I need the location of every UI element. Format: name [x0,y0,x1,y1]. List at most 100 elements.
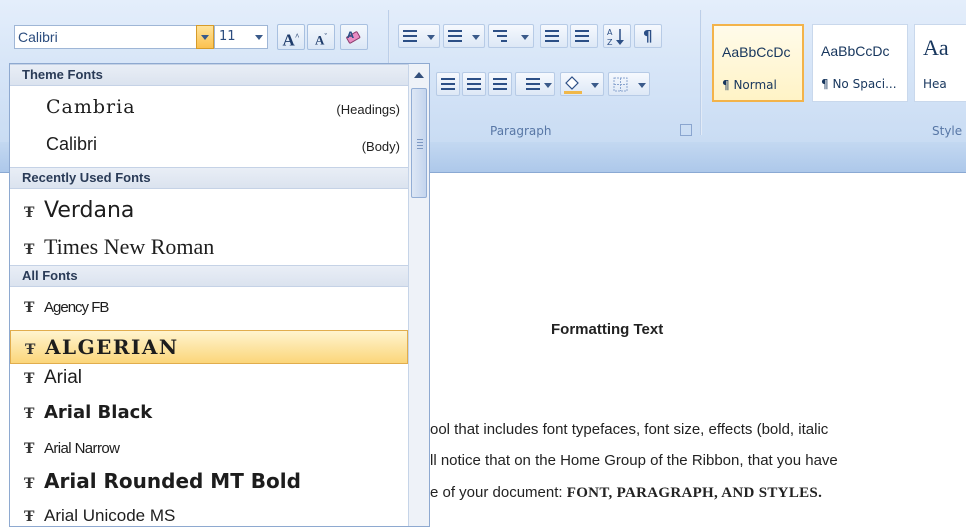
font-name-box[interactable]: Calibri [14,25,208,49]
font-item-times-new-roman[interactable]: Ŧ Times New Roman [10,234,408,266]
font-name: Verdana [44,198,135,223]
truetype-icon: Ŧ [24,406,35,422]
document-text-line: ool that includes font typefaces, font s… [430,421,829,438]
styles-group-label: Style [932,124,963,138]
font-item-agency-fb[interactable]: Ŧ Agency FB [10,297,408,327]
font-name: Arial Rounded MT Bold [44,469,301,493]
shrink-font-button[interactable]: Aˇ [307,24,335,50]
font-item-arial-unicode-ms[interactable]: Ŧ Arial Unicode MS [10,506,408,526]
increase-indent-button[interactable] [570,24,598,48]
font-dropdown-list[interactable]: Theme Fonts Cambria (Headings) Calibri (… [9,63,430,527]
chevron-down-icon [255,35,263,40]
bullets-button[interactable] [398,24,440,48]
document-text-line: ll notice that on the Home Group of the … [430,452,838,469]
style-name: ¶ No Spaci... [821,77,897,91]
grip-icon [417,139,423,151]
chevron-down-icon [638,83,646,88]
document-text-line: e of your document: FONT, PARAGRAPH, AND… [430,484,822,502]
font-item-arial-black[interactable]: Ŧ Arial Black [10,402,408,432]
style-name: Hea [923,77,947,91]
align-center-button[interactable] [436,72,460,96]
line-spacing-button[interactable] [515,72,555,96]
style-normal[interactable]: AaBbCcDc ¶ Normal [712,24,804,102]
truetype-icon: Ŧ [24,205,35,221]
document-title: Formatting Text [551,321,664,338]
font-name: Cambria [46,96,136,118]
font-item-arial-narrow[interactable]: Ŧ Arial Narrow [10,438,408,466]
style-heading[interactable]: Aa Hea [914,24,966,102]
font-item-arial-rounded-mt-bold[interactable]: Ŧ Arial Rounded MT Bold [10,469,408,503]
line-spacing-icon [526,78,540,93]
clear-formatting-button[interactable]: A [340,24,368,50]
align-center-icon [441,78,455,93]
style-sample: AaBbCcDc [722,44,791,60]
scrollbar-thumb[interactable] [411,88,427,198]
style-no-spacing[interactable]: AaBbCcDc ¶ No Spaci... [812,24,908,102]
numbering-button[interactable] [443,24,485,48]
font-name: Times New Roman [44,234,215,259]
justify-button[interactable] [488,72,512,96]
truetype-icon: Ŧ [25,342,36,358]
truetype-icon: Ŧ [24,371,35,387]
font-item-arial[interactable]: Ŧ Arial [10,367,408,397]
font-item-calibri[interactable]: Calibri (Body) [10,134,408,164]
document-bold-text: FONT, PARAGRAPH, AND STYLES. [566,485,823,501]
font-name: ALGERIAN [45,335,179,359]
chevron-down-icon [201,35,209,40]
grow-font-label: A [282,30,295,50]
paragraph-group-label: Paragraph [490,124,552,138]
recent-fonts-header: Recently Used Fonts [10,167,408,189]
paragraph-dialog-launcher[interactable] [680,124,692,136]
sort-button[interactable]: A Z [603,24,631,48]
font-item-verdana[interactable]: Ŧ Verdana [10,198,408,230]
svg-text:A: A [347,31,354,41]
ribbon-separator [700,10,702,135]
font-dropdown-arrow[interactable] [196,25,214,49]
truetype-icon: Ŧ [24,441,35,457]
shrink-font-label: A [314,32,325,48]
font-item-algerian[interactable]: Ŧ ALGERIAN [10,330,408,364]
font-name: Arial Black [44,402,153,423]
dropdown-scrollbar[interactable] [408,64,429,526]
style-sample: Aa [923,35,949,60]
truetype-icon: Ŧ [24,242,35,258]
multilevel-list-button[interactable] [488,24,534,48]
font-role-note: (Body) [361,139,400,154]
paint-bucket-icon [564,76,582,94]
font-item-cambria[interactable]: Cambria (Headings) [10,96,408,126]
pilcrow-icon: ¶ [643,27,653,45]
decrease-indent-icon [545,30,559,45]
document-text-prefix: e of your document: [430,484,567,501]
shading-button[interactable] [560,72,604,96]
chevron-down-icon [591,83,599,88]
increase-indent-icon [575,30,589,45]
bullets-icon [403,30,417,45]
borders-icon [613,77,628,92]
font-name: Arial [44,367,83,388]
grow-font-button[interactable]: A^ [277,24,305,50]
font-size-box[interactable]: 11 [214,25,268,49]
style-sample: AaBbCcDc [821,43,890,59]
decrease-indent-button[interactable] [540,24,568,48]
font-name: Agency FB [44,299,109,316]
font-size-value: 11 [219,29,236,44]
borders-button[interactable] [608,72,650,96]
chevron-down-icon [472,35,480,40]
justify-icon [493,78,507,93]
svg-text:A: A [607,28,613,37]
font-name-value: Calibri [18,29,58,45]
scroll-up-arrow-icon[interactable] [414,72,424,78]
svg-text:Z: Z [607,38,613,47]
truetype-icon: Ŧ [24,300,35,316]
chevron-down-icon [427,35,435,40]
numbering-icon [448,30,462,45]
align-right-button[interactable] [462,72,486,96]
font-name: Arial Narrow [44,440,120,457]
chevron-down-icon [521,35,529,40]
align-right-icon [467,78,481,93]
truetype-icon: Ŧ [24,509,35,525]
all-fonts-header: All Fonts [10,265,408,287]
show-formatting-marks-button[interactable]: ¶ [634,24,662,48]
truetype-icon: Ŧ [24,476,35,492]
font-name: Arial Unicode MS [44,506,176,525]
